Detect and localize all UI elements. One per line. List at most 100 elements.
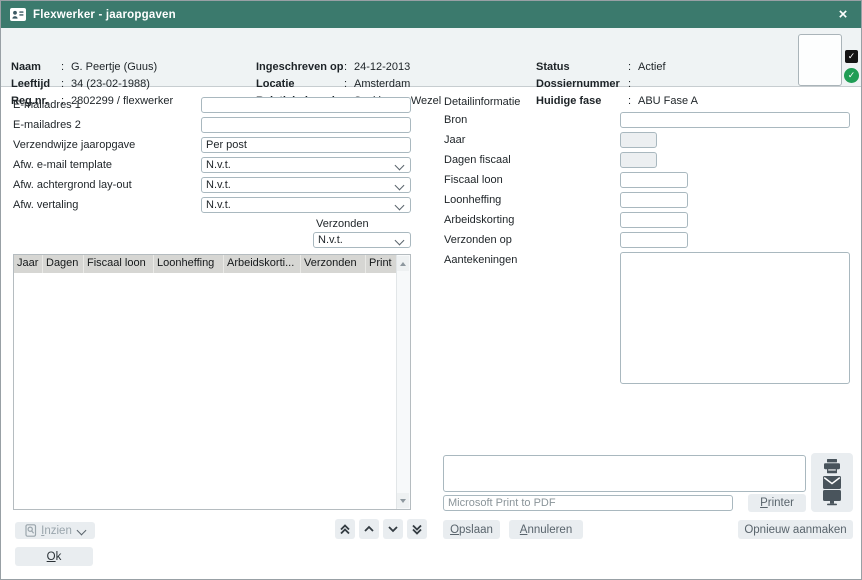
field-label: Ingeschreven op bbox=[256, 61, 344, 73]
emailadres1-input[interactable] bbox=[201, 97, 411, 113]
afw-vertaling-select[interactable]: N.v.t. bbox=[201, 197, 411, 213]
header-field-huidige-fase: Huidige fase : ABU Fase A bbox=[536, 92, 698, 109]
button-label: pslaan bbox=[459, 524, 493, 536]
verzendwijze-input[interactable] bbox=[201, 137, 411, 153]
jaar-input[interactable] bbox=[620, 132, 657, 148]
arbeidskorting-label: Arbeidskorting bbox=[444, 214, 514, 226]
column-header-fiscaal-loon[interactable]: Fiscaal loon bbox=[84, 255, 154, 273]
bron-label: Bron bbox=[444, 114, 467, 126]
colon: : bbox=[628, 95, 638, 107]
header-field-leeftijd: Leeftijd : 34 (23-02-1988) bbox=[11, 75, 173, 92]
detail-section-title: Detailinformatie bbox=[444, 96, 520, 108]
chevron-down-icon bbox=[76, 526, 86, 536]
colon: : bbox=[61, 78, 71, 90]
dagen-fiscaal-label: Dagen fiscaal bbox=[444, 154, 511, 166]
table-body-empty bbox=[14, 273, 410, 509]
window-title: Flexwerker - jaaropgaven bbox=[33, 9, 176, 21]
column-header-jaar[interactable]: Jaar bbox=[14, 255, 43, 273]
opnieuw-aanmaken-button[interactable]: Opnieuw aanmaken bbox=[738, 520, 853, 539]
afw-email-template-label: Afw. e-mail template bbox=[13, 159, 112, 171]
printer-button[interactable]: Printer bbox=[748, 494, 806, 512]
jaaropgaven-table[interactable]: Jaar Dagen Fiscaal loon Loonheffing Arbe… bbox=[13, 254, 411, 510]
selected-value: N.v.t. bbox=[318, 234, 343, 246]
column-header-verzonden[interactable]: Verzonden bbox=[301, 255, 366, 273]
next-record-icon[interactable] bbox=[383, 519, 403, 539]
scroll-up-icon[interactable] bbox=[397, 256, 409, 271]
emailadres2-input[interactable] bbox=[201, 117, 411, 133]
output-options-panel bbox=[811, 453, 853, 512]
colon: : bbox=[61, 61, 71, 73]
field-label: Dossiernummer bbox=[536, 78, 628, 90]
column-header-arbeidskorting[interactable]: Arbeidskorti... bbox=[224, 255, 301, 273]
colon: : bbox=[628, 61, 638, 73]
button-mnemonic: O bbox=[450, 524, 459, 536]
contact-card-icon bbox=[10, 8, 26, 21]
colon: : bbox=[344, 61, 354, 73]
arbeidskorting-input[interactable] bbox=[620, 212, 688, 228]
field-label: Leeftijd bbox=[11, 78, 61, 90]
field-value: G. Peertje (Guus) bbox=[71, 61, 157, 73]
header-field-ingeschreven-op: Ingeschreven op : 24-12-2013 bbox=[256, 58, 441, 75]
first-record-icon[interactable] bbox=[335, 519, 355, 539]
printer-icon[interactable] bbox=[823, 459, 841, 474]
chevron-down-icon bbox=[395, 201, 405, 211]
field-value: 34 (23-02-1988) bbox=[71, 78, 150, 90]
print-preview-box[interactable] bbox=[443, 455, 806, 492]
photo-placeholder bbox=[798, 34, 842, 86]
inzien-button[interactable]: Inzien bbox=[15, 522, 95, 539]
button-label: nnuleren bbox=[527, 524, 572, 536]
loonheffing-input[interactable] bbox=[620, 192, 688, 208]
field-label: Locatie bbox=[256, 78, 344, 90]
field-value: 2802299 / flexwerker bbox=[71, 95, 173, 107]
verzonden-filter-select[interactable]: N.v.t. bbox=[313, 232, 411, 248]
fiscaal-loon-label: Fiscaal loon bbox=[444, 174, 503, 186]
header-field-locatie: Locatie : Amsterdam bbox=[256, 75, 441, 92]
loonheffing-label: Loonheffing bbox=[444, 194, 501, 206]
afw-achtergrond-label: Afw. achtergrond lay-out bbox=[13, 179, 132, 191]
emailadres2-label: E-mailadres 2 bbox=[13, 119, 81, 131]
colon: : bbox=[628, 78, 638, 90]
column-header-print[interactable]: Print bbox=[366, 255, 397, 273]
checkbox-checked-icon[interactable]: ✓ bbox=[845, 50, 858, 63]
jaar-label: Jaar bbox=[444, 134, 465, 146]
dagen-fiscaal-input[interactable] bbox=[620, 152, 657, 168]
scroll-down-icon[interactable] bbox=[397, 493, 409, 508]
ok-button[interactable]: Ok bbox=[15, 547, 93, 566]
emailadres1-label: E-mailadres 1 bbox=[13, 99, 81, 111]
button-label: k bbox=[56, 551, 62, 563]
printer-name-input[interactable] bbox=[443, 495, 733, 511]
header-field-naam: Naam : G. Peertje (Guus) bbox=[11, 58, 173, 75]
verzendwijze-label: Verzendwijze jaaropgave bbox=[13, 139, 135, 151]
bron-input[interactable] bbox=[620, 112, 850, 128]
colon: : bbox=[344, 78, 354, 90]
selected-value: N.v.t. bbox=[206, 199, 231, 211]
aantekeningen-textarea[interactable] bbox=[620, 252, 850, 384]
afw-email-template-select[interactable]: N.v.t. bbox=[201, 157, 411, 173]
field-label: Naam bbox=[11, 61, 61, 73]
column-header-dagen[interactable]: Dagen bbox=[43, 255, 84, 273]
fiscaal-loon-input[interactable] bbox=[620, 172, 688, 188]
afw-vertaling-label: Afw. vertaling bbox=[13, 199, 78, 211]
monitor-icon[interactable] bbox=[823, 490, 841, 506]
column-header-loonheffing[interactable]: Loonheffing bbox=[154, 255, 224, 273]
opslaan-button[interactable]: Opslaan bbox=[443, 520, 500, 539]
previous-record-icon[interactable] bbox=[359, 519, 379, 539]
button-mnemonic: P bbox=[760, 497, 768, 509]
selected-value: N.v.t. bbox=[206, 179, 231, 191]
field-value: ABU Fase A bbox=[638, 95, 698, 107]
envelope-icon[interactable] bbox=[823, 476, 841, 489]
header-field-dossiernummer: Dossiernummer : bbox=[536, 75, 698, 92]
table-scrollbar[interactable] bbox=[396, 255, 410, 509]
last-record-icon[interactable] bbox=[407, 519, 427, 539]
employee-header: Naam : G. Peertje (Guus) Leeftijd : 34 (… bbox=[1, 28, 861, 87]
flexwerker-jaaropgaven-dialog: Flexwerker - jaaropgaven × Naam : G. Pee… bbox=[0, 0, 862, 580]
annuleren-button[interactable]: Annuleren bbox=[509, 520, 583, 539]
close-icon[interactable]: × bbox=[833, 1, 853, 28]
table-header-row: Jaar Dagen Fiscaal loon Loonheffing Arbe… bbox=[14, 255, 397, 273]
aantekeningen-label: Aantekeningen bbox=[444, 254, 517, 266]
header-field-status: Status : Actief bbox=[536, 58, 698, 75]
verzonden-op-input[interactable] bbox=[620, 232, 688, 248]
field-value: Actief bbox=[638, 61, 666, 73]
afw-achtergrond-select[interactable]: N.v.t. bbox=[201, 177, 411, 193]
title-bar: Flexwerker - jaaropgaven × bbox=[1, 1, 861, 28]
